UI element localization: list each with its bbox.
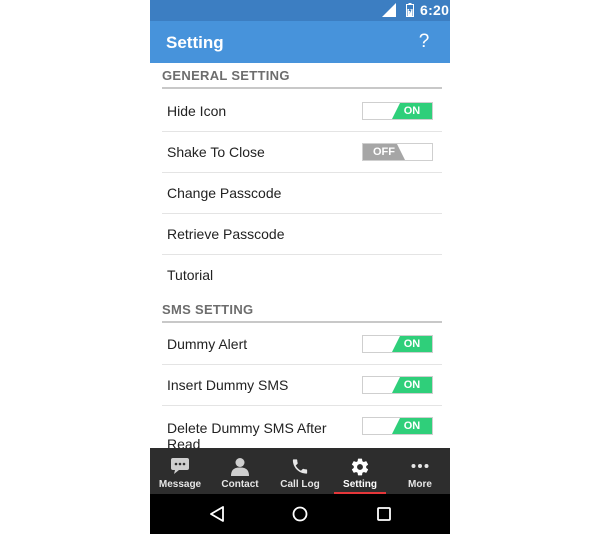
nav-label: Call Log bbox=[280, 479, 320, 490]
phone-icon bbox=[292, 459, 308, 474]
setting-label: Dummy Alert bbox=[167, 336, 248, 352]
contact-icon bbox=[231, 458, 249, 476]
setting-row-retrieve-passcode[interactable]: Retrieve Passcode bbox=[162, 214, 442, 255]
setting-label: Tutorial bbox=[167, 267, 214, 283]
app-bar: Setting ? bbox=[150, 21, 450, 63]
setting-row-tutorial[interactable]: Tutorial bbox=[162, 255, 442, 296]
section-header-general: GENERAL SETTING bbox=[162, 63, 442, 89]
gear-icon bbox=[351, 458, 369, 476]
network-type: 3G bbox=[382, 2, 392, 9]
nav-item-message[interactable]: Message bbox=[150, 448, 210, 494]
setting-row-hide-icon[interactable]: Hide Icon ON bbox=[162, 91, 442, 132]
battery-icon bbox=[406, 3, 414, 17]
toggle-on-state: ON bbox=[392, 103, 432, 119]
toggle-on-state: ON bbox=[392, 336, 432, 352]
toggle-on-state: ON bbox=[392, 418, 432, 434]
home-icon[interactable] bbox=[291, 505, 309, 523]
nav-item-setting[interactable]: Setting bbox=[330, 448, 390, 494]
nav-item-call-log[interactable]: Call Log bbox=[270, 448, 330, 494]
setting-row-dummy-alert[interactable]: Dummy Alert ON bbox=[162, 324, 442, 365]
shake-to-close-toggle[interactable]: OFF bbox=[362, 143, 433, 161]
toggle-off-state: OFF bbox=[363, 144, 405, 160]
setting-label: Hide Icon bbox=[167, 103, 227, 119]
help-button[interactable]: ? bbox=[414, 31, 434, 53]
status-bar: 3G 6:20 bbox=[150, 0, 450, 21]
setting-label: Retrieve Passcode bbox=[167, 226, 285, 242]
setting-label: Shake To Close bbox=[167, 144, 265, 160]
dummy-alert-toggle[interactable]: ON bbox=[362, 335, 433, 353]
nav-item-more[interactable]: More bbox=[390, 448, 450, 494]
more-icon bbox=[411, 464, 429, 468]
setting-label: Insert Dummy SMS bbox=[167, 377, 289, 393]
nav-item-contact[interactable]: Contact bbox=[210, 448, 270, 494]
nav-label: Message bbox=[158, 479, 202, 490]
setting-row-change-passcode[interactable]: Change Passcode bbox=[162, 173, 442, 214]
setting-label: Change Passcode bbox=[167, 185, 282, 201]
page-title: Setting bbox=[166, 33, 224, 52]
bottom-nav: Message Contact Call Log Setting More bbox=[150, 448, 450, 494]
back-icon[interactable] bbox=[208, 505, 226, 523]
recents-icon[interactable] bbox=[375, 505, 393, 523]
system-nav-bar bbox=[150, 494, 450, 534]
status-time: 6:20 bbox=[420, 2, 450, 18]
message-icon bbox=[171, 458, 189, 474]
setting-row-insert-dummy-sms[interactable]: Insert Dummy SMS ON bbox=[162, 365, 442, 406]
nav-label: Setting bbox=[343, 479, 377, 490]
setting-label: Delete Dummy SMS After Read bbox=[167, 420, 327, 448]
insert-dummy-sms-toggle[interactable]: ON bbox=[362, 376, 433, 394]
section-header-sms: SMS SETTING bbox=[162, 297, 442, 323]
hide-icon-toggle[interactable]: ON bbox=[362, 102, 433, 120]
nav-label: Contact bbox=[221, 479, 259, 490]
nav-label: More bbox=[408, 479, 432, 490]
setting-row-delete-dummy-sms[interactable]: Delete Dummy SMS After Read ON bbox=[162, 406, 442, 448]
setting-row-shake-to-close[interactable]: Shake To Close OFF bbox=[162, 132, 442, 173]
delete-dummy-sms-toggle[interactable]: ON bbox=[362, 417, 433, 435]
phone-screen: 3G 6:20 Setting ? GENERAL SETTING Hide I… bbox=[150, 0, 450, 534]
toggle-on-state: ON bbox=[392, 377, 432, 393]
